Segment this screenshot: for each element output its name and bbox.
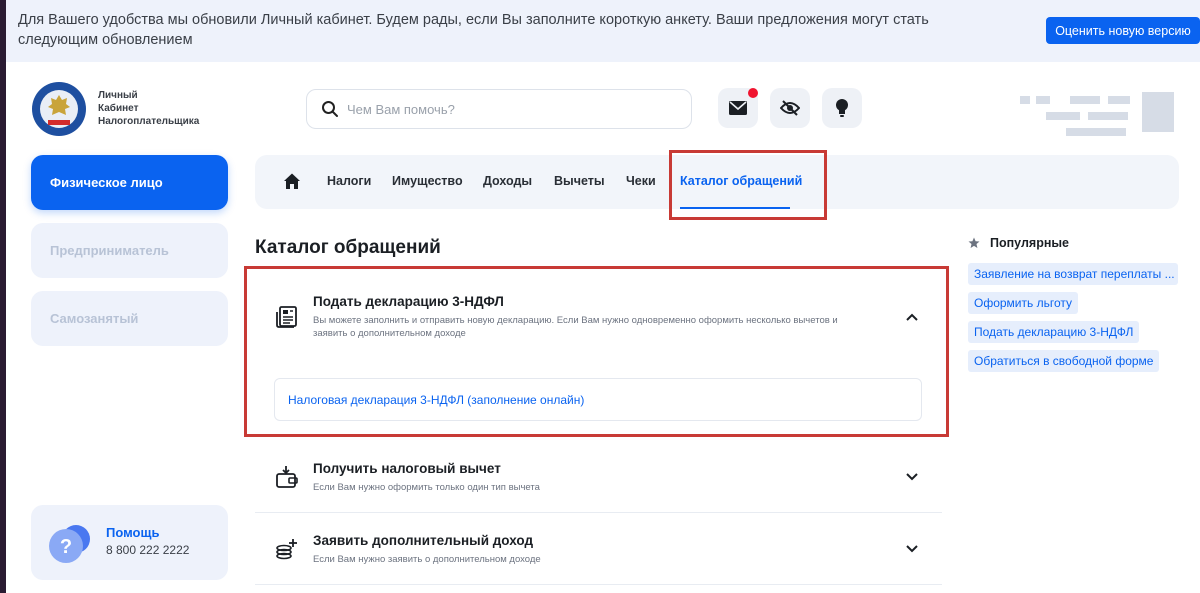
fns-logo-icon[interactable]: [30, 80, 88, 138]
blur-mask: [1108, 96, 1130, 104]
nav-property[interactable]: Имущество: [392, 174, 463, 188]
hide-data-button[interactable]: [770, 88, 810, 128]
logo-line-2: Кабинет: [98, 103, 139, 114]
blur-mask: [1070, 96, 1100, 104]
search-box[interactable]: [306, 89, 692, 129]
svg-text:?: ?: [60, 536, 72, 558]
nav-income[interactable]: Доходы: [483, 174, 532, 188]
messages-button[interactable]: [718, 88, 758, 128]
blur-mask: [1036, 96, 1050, 104]
sidebar-item-individual[interactable]: Физическое лицо: [31, 155, 228, 210]
accordion-description: Если Вам нужно оформить только один тип …: [313, 482, 540, 493]
accordion-item-deduction[interactable]: Получить налоговый вычет Если Вам нужно …: [255, 448, 942, 513]
accordion-title[interactable]: Заявить дополнительный доход: [313, 533, 533, 548]
sidebar-item-entrepreneur[interactable]: Предприниматель: [31, 223, 228, 278]
window-edge: [0, 0, 6, 593]
help-card[interactable]: ? Помощь 8 800 222 2222: [31, 505, 228, 580]
popular-title: Популярные: [990, 236, 1070, 250]
help-title: Помощь: [106, 525, 160, 540]
chevron-down-icon[interactable]: [905, 542, 919, 556]
tips-button[interactable]: [822, 88, 862, 128]
logo-line-3: Налогоплательщика: [98, 116, 200, 127]
user-profile[interactable]: [1018, 92, 1178, 136]
nav-receipts[interactable]: Чеки: [626, 174, 656, 188]
eye-off-icon: [780, 100, 800, 116]
blur-mask: [1088, 112, 1128, 120]
wallet-download-icon: [276, 466, 298, 488]
logo-title: Личный Кабинет Налогоплательщика: [98, 89, 218, 128]
accordion-item-extra-income[interactable]: Заявить дополнительный доход Если Вам ну…: [255, 520, 942, 585]
blur-mask: [1046, 112, 1080, 120]
help-question-icon: ?: [49, 525, 90, 563]
nav-deductions[interactable]: Вычеты: [554, 174, 605, 188]
popular-item[interactable]: Заявление на возврат переплаты ...: [968, 263, 1178, 285]
search-input[interactable]: [347, 101, 667, 117]
help-phone: 8 800 222 2222: [106, 543, 190, 557]
rate-new-version-button[interactable]: Оценить новую версию: [1046, 17, 1200, 44]
accordion-description: Если Вам нужно заявить о дополнительном …: [313, 554, 541, 565]
logo-line-1: Личный: [98, 90, 138, 101]
blur-mask: [1020, 96, 1030, 104]
home-icon[interactable]: [283, 172, 301, 190]
popular-item[interactable]: Оформить льготу: [968, 292, 1078, 314]
nav-taxes[interactable]: Налоги: [327, 174, 371, 188]
star-icon: [968, 237, 980, 248]
search-icon: [322, 101, 338, 117]
popular-heading: Популярные: [968, 236, 1069, 250]
popular-item[interactable]: Обратиться в свободной форме: [968, 350, 1160, 372]
sidebar-item-self-employed[interactable]: Самозанятый: [31, 291, 228, 346]
lightbulb-icon: [836, 99, 848, 117]
notification-dot: [748, 88, 758, 98]
avatar: [1142, 92, 1174, 132]
blur-mask: [1066, 128, 1126, 136]
accordion-title[interactable]: Получить налоговый вычет: [313, 461, 501, 476]
coins-plus-icon: [276, 539, 297, 560]
highlight-frame-card: [244, 266, 949, 437]
highlight-frame-nav: [669, 150, 827, 220]
notice-banner: Для Вашего удобства мы обновили Личный к…: [6, 0, 1200, 62]
chevron-down-icon[interactable]: [905, 470, 919, 484]
popular-item[interactable]: Подать декларацию 3-НДФЛ: [968, 321, 1140, 343]
mail-icon: [729, 101, 747, 115]
banner-text: Для Вашего удобства мы обновили Личный к…: [18, 12, 929, 48]
page-title: Каталог обращений: [255, 237, 441, 258]
